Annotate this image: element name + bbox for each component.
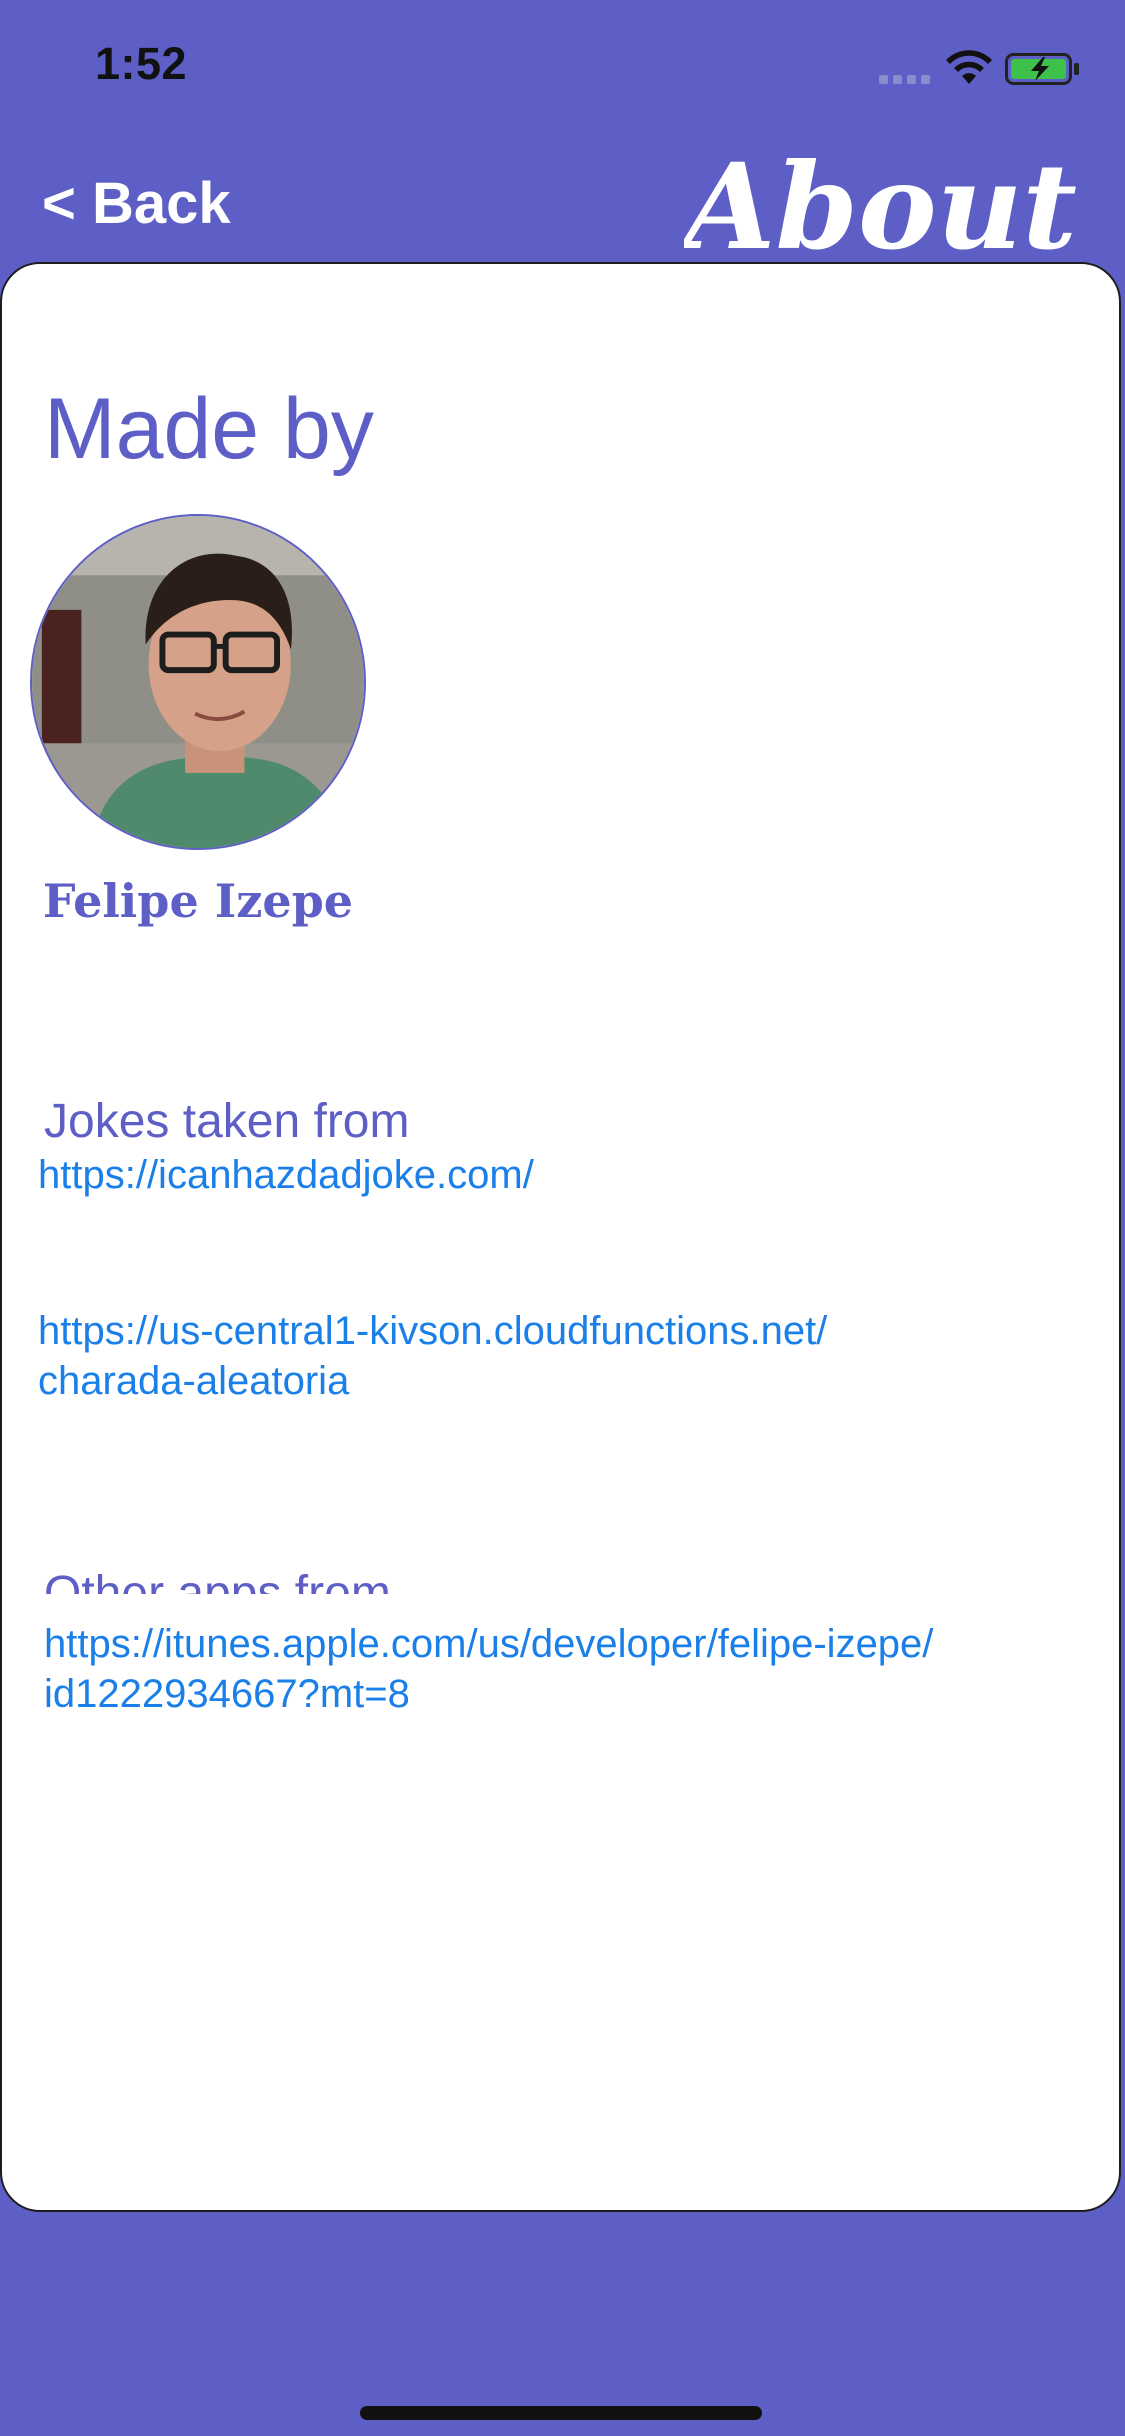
joke-source-link-charada[interactable]: https://us-central1-kivson.cloudfunction… [38, 1306, 827, 1406]
back-button[interactable]: < Back [42, 170, 231, 237]
other-apps-heading: Other apps from [44, 1567, 391, 1594]
link-line: id1222934667?mt=8 [44, 1672, 410, 1716]
made-by-heading: Made by [44, 381, 374, 477]
link-line: charada-aleatoria [38, 1359, 350, 1403]
developer-apps-link[interactable]: https://itunes.apple.com/us/developer/fe… [44, 1619, 933, 1719]
signal-icon [879, 72, 931, 84]
link-line: https://icanhazdadjoke.com/ [38, 1153, 534, 1197]
jokes-heading: Jokes taken from [44, 1095, 410, 1148]
author-avatar [30, 514, 366, 850]
link-line: https://itunes.apple.com/us/developer/fe… [44, 1622, 934, 1666]
link-line: https://us-central1-kivson.cloudfunction… [38, 1309, 828, 1353]
wifi-icon [946, 50, 992, 84]
joke-source-link-dadjoke[interactable]: https://icanhazdadjoke.com/ [38, 1150, 534, 1200]
page-title: About [683, 137, 1077, 262]
home-indicator[interactable] [360, 2406, 762, 2420]
status-time: 1:52 [95, 38, 188, 89]
author-name: Felipe Izepe [42, 874, 354, 928]
about-card: Made by Felipe Izepe Jokes taken from ht… [0, 262, 1121, 2212]
battery-charging-icon [1005, 53, 1079, 85]
